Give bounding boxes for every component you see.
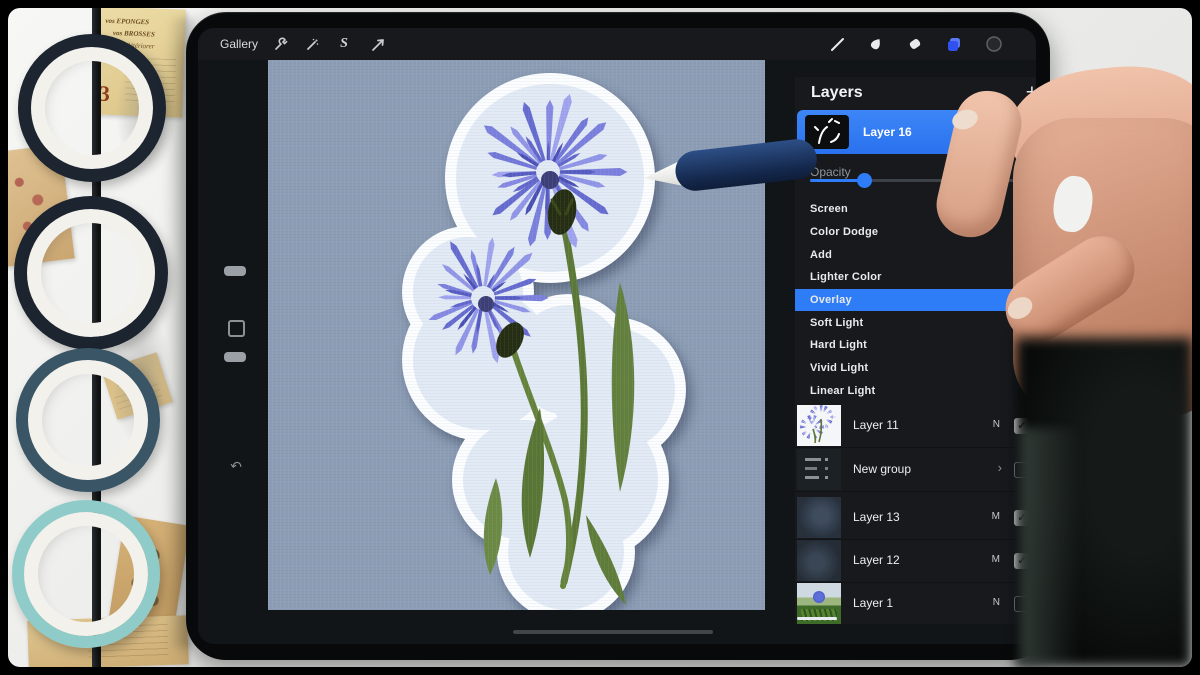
layers-title: Layers: [811, 84, 863, 102]
layer-row[interactable]: Layer 12 M ✓: [795, 539, 1036, 583]
blend-mode-hard-light[interactable]: Hard Light: [795, 334, 1036, 357]
top-toolbar: Gallery S: [198, 28, 1036, 60]
modify-button[interactable]: [228, 320, 245, 337]
eraser-icon[interactable]: [905, 34, 925, 54]
layer-row[interactable]: Layer 13 M ✓: [795, 496, 1036, 540]
panel-scroll-indicator[interactable]: [797, 617, 837, 620]
layer12-thumbnail: [797, 540, 841, 581]
actions-wrench-icon[interactable]: [270, 34, 290, 54]
opacity-slider-thumb[interactable]: [857, 173, 872, 188]
paper-text-line: vos EPONGES: [105, 17, 149, 28]
opacity-slider-fill: [810, 179, 864, 182]
washi-tape-roll-navy-2: [14, 196, 168, 350]
desk-scene: vos EPONGES vos BROSSES sans les détério…: [8, 8, 1192, 667]
brush-size-slider[interactable]: [224, 266, 246, 276]
blend-mode-linear-light[interactable]: Linear Light: [795, 379, 1036, 402]
color-swatch-icon[interactable]: [984, 34, 1004, 54]
gallery-button[interactable]: Gallery: [220, 37, 258, 51]
group-chevron-icon[interactable]: ›: [998, 460, 1002, 475]
washi-tape-roll-navy-1: [18, 34, 166, 182]
undo-icon[interactable]: ↷: [229, 457, 244, 476]
layer-row[interactable]: Layer 11 N ✓: [795, 404, 1036, 448]
group-thumbnail: [797, 449, 841, 490]
group-row[interactable]: New group › ✓: [795, 448, 1036, 492]
tablet: Gallery S: [186, 12, 1050, 660]
blend-mode-color-dodge[interactable]: Color Dodge: [795, 221, 1036, 244]
blend-mode-list: Screen Color Dodge Add + Lighter Color: [795, 198, 1036, 402]
layers-icon-active[interactable]: [944, 34, 964, 54]
blend-mode-vivid-light[interactable]: Vivid Light: [795, 357, 1036, 380]
adjustments-wand-icon[interactable]: [302, 34, 322, 54]
selection-icon[interactable]: S: [334, 34, 354, 54]
bezel-reflection: [1020, 428, 1080, 667]
layer13-thumbnail: [797, 497, 841, 538]
transform-arrow-icon[interactable]: [368, 34, 388, 54]
washi-tape-roll-aqua: [12, 500, 160, 648]
brush-opacity-slider[interactable]: [224, 352, 246, 362]
layer11-thumbnail: [797, 405, 841, 446]
paper-text-line: vos BROSSES: [113, 29, 155, 39]
blend-mode-add[interactable]: Add +: [795, 243, 1036, 266]
washi-tape-roll-slate: [16, 348, 160, 492]
brush-icon[interactable]: [828, 34, 848, 54]
smudge-icon[interactable]: [866, 34, 886, 54]
blend-mode-soft-light[interactable]: Soft Light: [795, 311, 1036, 334]
blend-mode-overlay[interactable]: Overlay: [795, 289, 1036, 312]
home-indicator[interactable]: [513, 630, 713, 634]
video-frame: vos EPONGES vos BROSSES sans les détério…: [0, 0, 1200, 675]
blend-mode-lighter-color[interactable]: Lighter Color: [795, 266, 1036, 289]
